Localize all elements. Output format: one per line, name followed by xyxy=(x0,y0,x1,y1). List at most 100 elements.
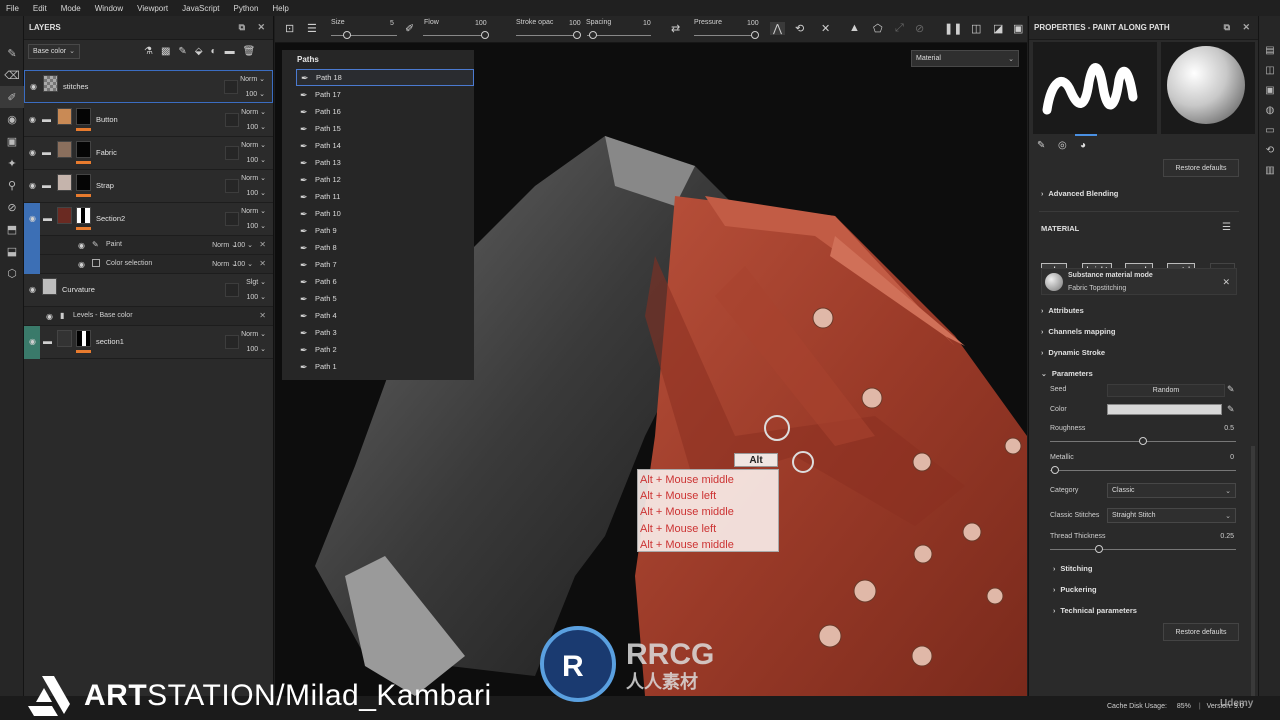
layer-button[interactable]: ◉ ▬ Button Norm ⌄ 100 ⌄ xyxy=(24,104,273,137)
path-item[interactable]: ✒ Path 9 xyxy=(296,222,474,239)
menu-help[interactable]: Help xyxy=(272,4,288,13)
visibility-eye-icon[interactable]: ◉ xyxy=(29,214,38,223)
material-tab-icon[interactable]: ◕ xyxy=(1080,140,1086,151)
cancel-path-icon[interactable]: ✕ xyxy=(821,22,830,35)
path-item[interactable]: ✒ Path 6 xyxy=(296,273,474,290)
layer-opacity[interactable]: 100 ⌄ xyxy=(247,345,267,353)
polygon-fill-icon[interactable]: ⬓ xyxy=(0,240,24,262)
menu-mode[interactable]: Mode xyxy=(61,4,81,13)
visibility-eye-icon[interactable]: ◉ xyxy=(29,285,38,294)
path-item[interactable]: ✒ Path 1 xyxy=(296,358,474,375)
advanced-blending-section[interactable]: › Advanced Blending xyxy=(1041,189,1118,198)
visibility-eye-icon[interactable]: ◉ xyxy=(29,337,38,346)
add-paint-layer-icon[interactable]: ✎ xyxy=(178,46,186,57)
spacing-slider-knob[interactable] xyxy=(589,31,597,39)
picker-icon[interactable]: ⊘ xyxy=(0,196,24,218)
layer-blend-mode[interactable]: Norm ⌄ xyxy=(241,330,266,338)
stitching-section[interactable]: › Stitching xyxy=(1053,564,1092,573)
menu-window[interactable]: Window xyxy=(95,4,123,13)
menu-javascript[interactable]: JavaScript xyxy=(182,4,219,13)
layer-opacity[interactable]: 100 ⌄ xyxy=(247,123,267,131)
undock-icon[interactable]: ⧉ xyxy=(239,22,245,33)
pause-icon[interactable]: ❚❚ xyxy=(944,22,962,35)
close-icon[interactable]: ✕ xyxy=(257,22,265,33)
category-select[interactable]: Classic ⌄ xyxy=(1107,483,1236,498)
sublayer-opacity[interactable]: 100 ⌄ xyxy=(234,260,254,268)
stroke-opacity-slider-track[interactable] xyxy=(516,35,578,36)
shader-settings-icon[interactable]: ▣ xyxy=(1259,80,1280,100)
layer-section1[interactable]: ◉ ▬ section1 Norm ⌄ 100 ⌄ xyxy=(29,326,273,359)
layer-blend-mode[interactable]: Norm ⌄ xyxy=(241,207,266,215)
classic-stitches-select[interactable]: Straight Stitch ⌄ xyxy=(1107,508,1236,523)
path-item[interactable]: ✒ Path 18 xyxy=(296,69,474,86)
layer-opacity[interactable]: 100 ⌄ xyxy=(246,90,266,98)
path-item[interactable]: ✒ Path 12 xyxy=(296,171,474,188)
add-mask-icon[interactable]: ▩ xyxy=(161,46,170,57)
path-item[interactable]: ✒ Path 7 xyxy=(296,256,474,273)
symmetry-icon[interactable]: ▲ xyxy=(849,22,860,34)
menu-viewport[interactable]: Viewport xyxy=(137,4,168,13)
sublayer-levels[interactable]: ◉ ▮ Levels - Base color ✕ xyxy=(24,307,273,326)
roughness-slider-knob[interactable] xyxy=(1139,437,1147,445)
checkbox-icon[interactable] xyxy=(92,259,100,267)
layer-blend-mode[interactable]: Norm ⌄ xyxy=(241,174,266,182)
restore-defaults-bottom-button[interactable]: Restore defaults xyxy=(1163,623,1239,641)
display-settings-icon[interactable]: ◫ xyxy=(1259,60,1280,80)
swap-icon[interactable]: ⇄ xyxy=(671,22,680,35)
pen-pressure-icon[interactable]: ✐ xyxy=(405,22,414,35)
layer-fabric[interactable]: ◉ ▬ Fabric Norm ⌄ 100 ⌄ xyxy=(24,137,273,170)
layer-blend-mode[interactable]: Slgt ⌄ xyxy=(246,278,266,286)
visibility-eye-icon[interactable]: ◉ xyxy=(30,82,39,91)
sublayer-color-selection[interactable]: ◉ Color selection Norm ⌄ 100 ⌄ ✕ xyxy=(40,255,273,274)
thread-thickness-slider-track[interactable] xyxy=(1050,549,1236,550)
roughness-value[interactable]: 0.5 xyxy=(1224,425,1234,432)
geometry-mask-icon[interactable]: ▣ xyxy=(0,130,24,152)
layer-blend-mode[interactable]: Norm ⌄ xyxy=(240,75,265,83)
metallic-value[interactable]: 0 xyxy=(1230,454,1234,461)
layer-opacity[interactable]: 100 ⌄ xyxy=(247,293,267,301)
layer-strap[interactable]: ◉ ▬ Strap Norm ⌄ 100 ⌄ xyxy=(24,170,273,203)
log-icon[interactable]: ▥ xyxy=(1259,160,1280,180)
lazy-mouse-icon[interactable]: ⬠ xyxy=(873,22,883,35)
remove-effect-icon[interactable]: ✕ xyxy=(259,240,266,249)
angle-icon[interactable]: ⤢ xyxy=(895,22,904,35)
camera-icon[interactable]: ◫ xyxy=(971,22,981,35)
visibility-eye-icon[interactable]: ◉ xyxy=(78,241,87,250)
path-mode-icon[interactable]: ⋀ xyxy=(770,22,786,35)
layer-opacity[interactable]: 100 ⌄ xyxy=(247,156,267,164)
paint-brush-icon[interactable]: ✎ xyxy=(0,42,24,64)
size-slider-knob[interactable] xyxy=(343,31,351,39)
path-item[interactable]: ✒ Path 11 xyxy=(296,188,474,205)
layer-stitches[interactable]: ◉ stitches Norm ⌄ 100 ⌄ xyxy=(24,70,273,103)
viewport-mode-select[interactable]: Material ⌄ xyxy=(911,50,1019,67)
delete-icon[interactable]: 🗑 xyxy=(243,46,256,57)
puckering-section[interactable]: › Puckering xyxy=(1053,585,1097,594)
edit-icon[interactable]: ✎ xyxy=(1227,384,1235,395)
texture-set-icon[interactable]: ▤ xyxy=(1259,40,1280,60)
remove-material-icon[interactable]: ✕ xyxy=(1222,277,1230,288)
mirror-icon[interactable]: ⊘ xyxy=(915,22,924,35)
dynamic-stroke-section[interactable]: › Dynamic Stroke xyxy=(1041,348,1105,357)
close-icon[interactable]: ✕ xyxy=(1242,22,1250,33)
seed-random-button[interactable]: Random xyxy=(1107,384,1225,397)
menu-edit[interactable]: Edit xyxy=(33,4,47,13)
bake-icon[interactable]: ⬒ xyxy=(0,218,24,240)
parameters-section[interactable]: ⌄ Parameters xyxy=(1041,369,1093,378)
path-item[interactable]: ✒ Path 5 xyxy=(296,290,474,307)
brush-settings-icon[interactable]: ☰ xyxy=(307,22,317,35)
assets-icon[interactable]: ▭ xyxy=(1259,120,1280,140)
technical-parameters-section[interactable]: › Technical parameters xyxy=(1053,606,1137,615)
path-item[interactable]: ✒ Path 16 xyxy=(296,103,474,120)
menu-file[interactable]: File xyxy=(6,4,19,13)
menu-python[interactable]: Python xyxy=(234,4,259,13)
visibility-eye-icon[interactable]: ◉ xyxy=(46,312,55,321)
material-picker-icon[interactable]: ⬡ xyxy=(0,262,24,284)
eyedropper-icon[interactable]: ✎ xyxy=(1227,404,1235,415)
sublayer-paint[interactable]: ◉ ✎ Paint Norm ⌄ 100 ⌄ ✕ xyxy=(40,236,273,255)
path-item[interactable]: ✒ Path 3 xyxy=(296,324,474,341)
path-item[interactable]: ✒ Path 2 xyxy=(296,341,474,358)
display-settings-icon[interactable]: ◪ xyxy=(993,22,1003,35)
visibility-eye-icon[interactable]: ◉ xyxy=(29,181,38,190)
metallic-slider-track[interactable] xyxy=(1050,470,1236,471)
channels-mapping-section[interactable]: › Channels mapping xyxy=(1041,327,1115,336)
